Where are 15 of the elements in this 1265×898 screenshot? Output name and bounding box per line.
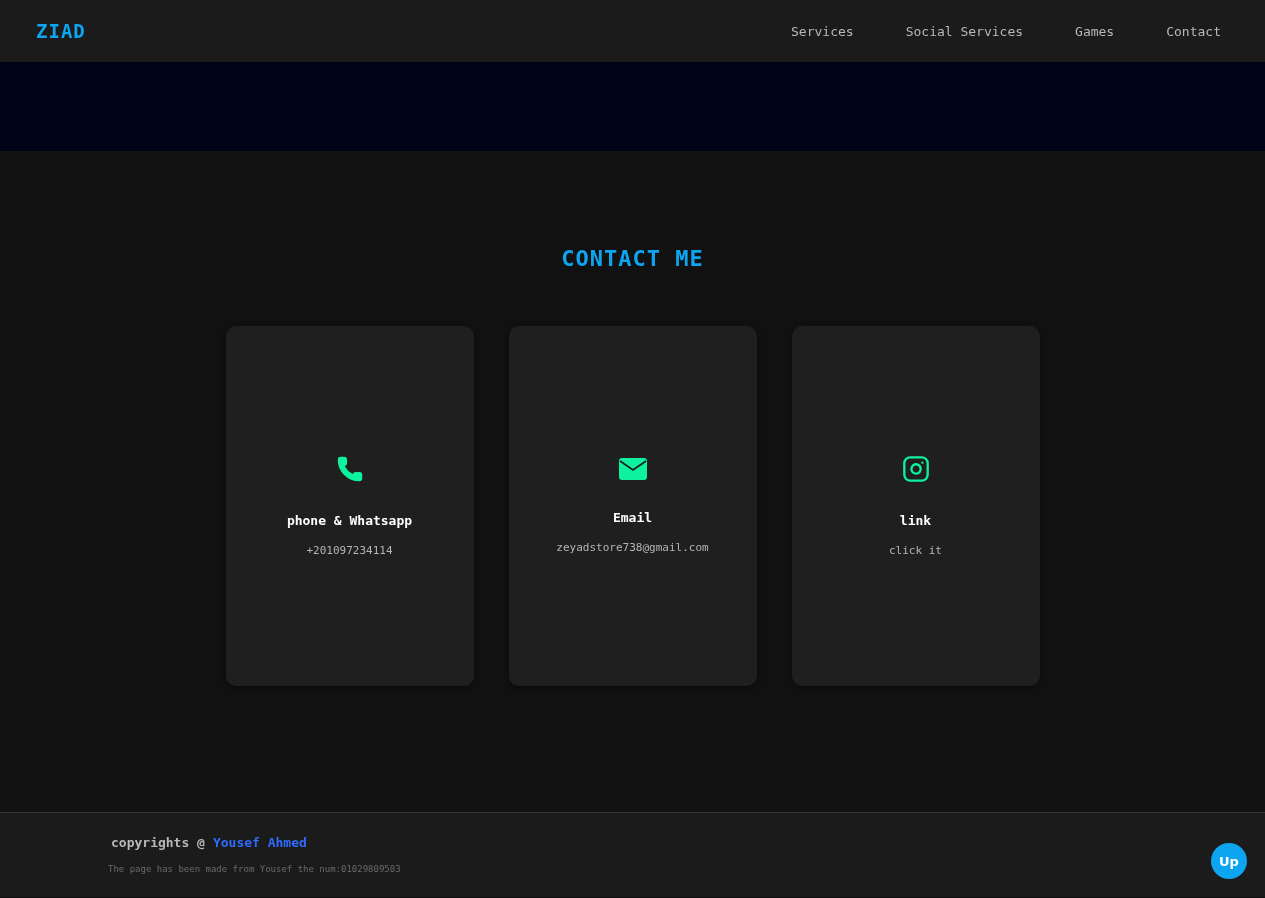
card-value: click it: [889, 544, 942, 557]
copyright-text: copyrights @: [111, 835, 205, 850]
author-link[interactable]: Yousef Ahmed: [212, 835, 307, 850]
logo[interactable]: ZIAD: [36, 20, 86, 42]
card-title: link: [899, 513, 932, 528]
nav-link[interactable]: Games: [1067, 19, 1123, 43]
card-title: Email: [612, 510, 653, 525]
card-value: zeyadstore738@gmail.com: [556, 541, 709, 554]
nav-link[interactable]: Social Services: [897, 19, 1032, 43]
footer-note: The page has been made from Yousef the num:01029809503: [108, 864, 402, 874]
section-title: CONTACT ME: [561, 246, 704, 271]
card-value: +201097234114: [306, 544, 393, 557]
nav-link[interactable]: Services: [783, 19, 862, 43]
nav-link[interactable]: Contact: [1158, 19, 1229, 43]
card-title: phone & Whatsapp: [286, 513, 413, 528]
